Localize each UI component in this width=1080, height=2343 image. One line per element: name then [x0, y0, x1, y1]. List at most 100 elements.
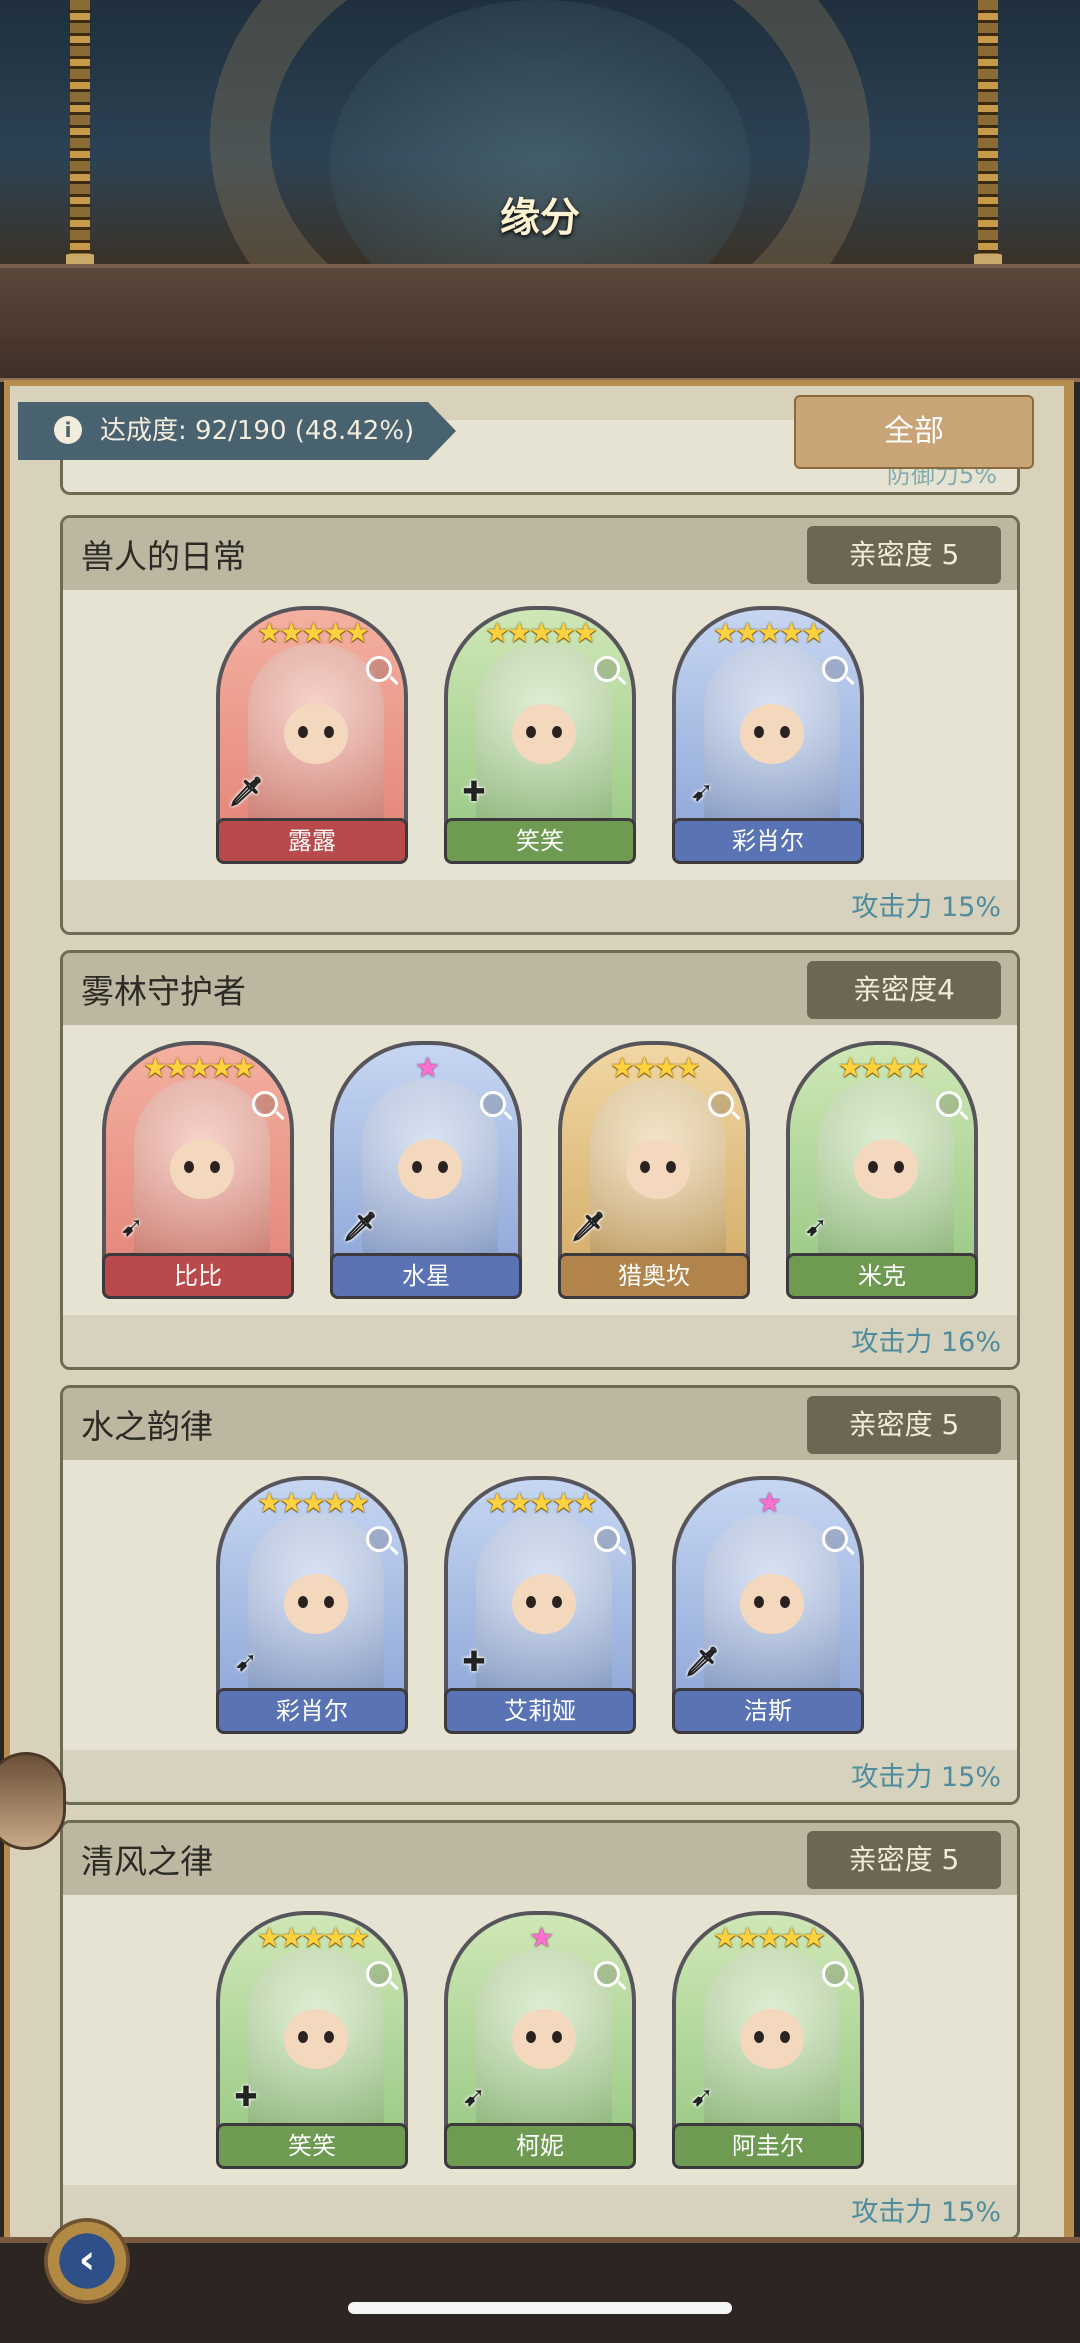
character-card[interactable]: ★★★★★ ✚ 笑笑	[444, 606, 636, 864]
character-portrait	[590, 1079, 726, 1269]
magnifier-icon[interactable]	[594, 656, 620, 682]
character-card[interactable]: ★★★★★ ➹ 彩肖尔	[672, 606, 864, 864]
bottom-bar	[0, 2237, 1080, 2343]
star-rating: ★	[414, 1051, 440, 1084]
magnifier-icon[interactable]	[480, 1091, 506, 1117]
star-rating: ★★★★★	[484, 1486, 599, 1519]
character-row: ★★★★★ ➹ 比比 ★ 🗡 水星 ★★★★ 🗡 猎奥坎 ★★★★ ➹ 米克	[63, 1041, 1017, 1299]
magnifier-icon[interactable]	[594, 1961, 620, 1987]
character-card[interactable]: ★★★★★ ➹ 彩肖尔	[216, 1476, 408, 1734]
magnifier-icon[interactable]	[252, 1091, 278, 1117]
bond-card-footer: 攻击力 15%	[63, 1750, 1017, 1802]
progress-label: 达成度: 92/190 (48.42%)	[100, 416, 415, 446]
bond-title: 雾林守护者	[81, 972, 246, 1011]
bond-card-footer: 攻击力 15%	[63, 880, 1017, 932]
character-row: ★★★★★ ➹ 彩肖尔 ★★★★★ ✚ 艾莉娅 ★ 🗡 洁斯	[63, 1476, 1017, 1734]
character-eye	[552, 1596, 562, 1608]
bond-card-header: 清风之律 亲密度 5	[63, 1823, 1017, 1895]
character-portrait-frame: ★ 🗡	[330, 1041, 522, 1276]
magnifier-icon[interactable]	[822, 1526, 848, 1552]
progress-ribbon: i 达成度: 92/190 (48.42%)	[18, 402, 456, 460]
character-name: 艾莉娅	[444, 1688, 636, 1734]
character-eye	[526, 2031, 536, 2043]
star-rating: ★★★★★	[712, 616, 827, 649]
magnifier-icon[interactable]	[366, 1526, 392, 1552]
character-card[interactable]: ★★★★★ 🗡 露露	[216, 606, 408, 864]
header-beam	[0, 264, 1080, 382]
magnifier-icon[interactable]	[822, 1961, 848, 1987]
back-arrow-icon[interactable]: ‹	[44, 2218, 130, 2304]
bond-card-header: 雾林守护者 亲密度4	[63, 953, 1017, 1025]
character-card[interactable]: ★★★★★ ✚ 笑笑	[216, 1911, 408, 2169]
character-portrait-frame: ★★★★★ ➹	[102, 1041, 294, 1276]
side-avatar[interactable]	[0, 1752, 66, 1850]
magnifier-icon[interactable]	[366, 656, 392, 682]
character-eye	[780, 2031, 790, 2043]
bond-title: 水之韵律	[81, 1407, 213, 1446]
character-card[interactable]: ★★★★★ ➹ 比比	[102, 1041, 294, 1299]
bond-bonus: 攻击力 15%	[851, 1762, 1001, 1793]
character-face	[398, 1139, 462, 1199]
character-portrait	[704, 1514, 840, 1704]
character-portrait-frame: ★★★★★ ✚	[444, 606, 636, 841]
role-icon: ✚	[462, 775, 486, 808]
role-icon: ➹	[234, 1645, 258, 1678]
bond-card-header: 兽人的日常 亲密度 5	[63, 518, 1017, 590]
filter-all-button[interactable]: 全部	[794, 395, 1034, 469]
character-card[interactable]: ★★★★ 🗡 猎奥坎	[558, 1041, 750, 1299]
magnifier-icon[interactable]	[708, 1091, 734, 1117]
character-card[interactable]: ★★★★ ➹ 米克	[786, 1041, 978, 1299]
character-card[interactable]: ★ ➹ 柯妮	[444, 1911, 636, 2169]
character-name: 彩肖尔	[216, 1688, 408, 1734]
magnifier-icon[interactable]	[594, 1526, 620, 1552]
role-icon: ➹	[120, 1210, 144, 1243]
character-face	[512, 704, 576, 764]
bond-bonus: 攻击力 15%	[851, 892, 1001, 923]
page-title: 缘分	[500, 195, 580, 241]
star-rating: ★★★★★	[256, 616, 371, 649]
character-portrait	[704, 644, 840, 834]
character-portrait-frame: ★★★★★ ✚	[216, 1911, 408, 2146]
character-face	[626, 1139, 690, 1199]
character-portrait-frame: ★★★★★ 🗡	[216, 606, 408, 841]
magnifier-icon[interactable]	[366, 1961, 392, 1987]
character-portrait	[476, 644, 612, 834]
character-card[interactable]: ★ 🗡 洁斯	[672, 1476, 864, 1734]
role-icon: ➹	[804, 1210, 828, 1243]
character-portrait-frame: ★ 🗡	[672, 1476, 864, 1711]
character-eye	[210, 1161, 220, 1173]
character-row: ★★★★★ ✚ 笑笑 ★ ➹ 柯妮 ★★★★★ ➹ 阿圭尔	[63, 1911, 1017, 2169]
bond-card: 雾林守护者 亲密度4 ★★★★★ ➹ 比比 ★ 🗡 水星 ★★★★ 🗡 猎奥坎 ★★★★ ➹ 米克攻击力 …	[60, 950, 1020, 1370]
character-face	[740, 1574, 804, 1634]
star-rating: ★★★★★	[256, 1486, 371, 1519]
character-eye	[324, 2031, 334, 2043]
scrollbar[interactable]	[1064, 380, 1070, 2260]
home-indicator[interactable]	[348, 2302, 732, 2314]
character-eye	[184, 1161, 194, 1173]
character-portrait	[704, 1949, 840, 2139]
character-eye	[666, 1161, 676, 1173]
star-rating: ★★★★★	[256, 1921, 371, 1954]
magnifier-icon[interactable]	[936, 1091, 962, 1117]
star-rating: ★	[756, 1486, 782, 1519]
role-icon: ➹	[690, 775, 714, 808]
character-name: 阿圭尔	[672, 2123, 864, 2169]
character-card[interactable]: ★ 🗡 水星	[330, 1041, 522, 1299]
character-card[interactable]: ★★★★★ ➹ 阿圭尔	[672, 1911, 864, 2169]
character-name: 柯妮	[444, 2123, 636, 2169]
character-face	[284, 704, 348, 764]
character-name: 猎奥坎	[558, 1253, 750, 1299]
character-portrait-frame: ★★★★★ ➹	[672, 1911, 864, 2146]
magnifier-icon[interactable]	[822, 656, 848, 682]
info-icon[interactable]: i	[54, 415, 82, 444]
bond-card-header: 水之韵律 亲密度 5	[63, 1388, 1017, 1460]
character-name: 米克	[786, 1253, 978, 1299]
character-name: 露露	[216, 818, 408, 864]
character-portrait	[362, 1079, 498, 1269]
character-card[interactable]: ★★★★★ ✚ 艾莉娅	[444, 1476, 636, 1734]
bond-bonus: 攻击力 16%	[851, 1327, 1001, 1358]
role-icon: ✚	[462, 1645, 486, 1678]
star-rating: ★★★★	[609, 1051, 701, 1084]
character-eye	[298, 726, 308, 738]
affinity-badge: 亲密度 5	[807, 1831, 1001, 1889]
